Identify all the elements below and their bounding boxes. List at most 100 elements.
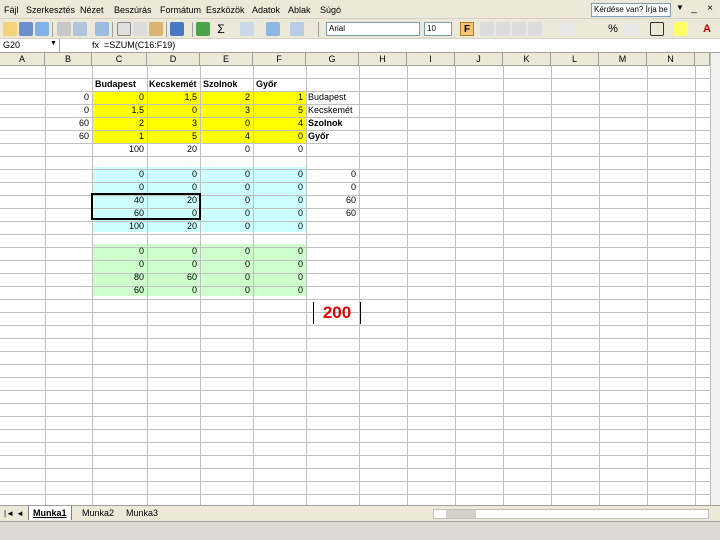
col-header-d[interactable]: D — [147, 53, 200, 66]
cell-c: 1 — [138, 131, 144, 141]
align-center-icon[interactable] — [496, 22, 510, 36]
cell-c: 2 — [138, 118, 144, 128]
cell-g: 60 — [345, 208, 356, 218]
open-icon[interactable] — [3, 22, 17, 36]
total-e: 0 — [244, 221, 250, 231]
cell-d: 0 — [191, 285, 197, 295]
row-label: Kecskemét — [308, 105, 353, 115]
cell-b: 60 — [78, 118, 89, 128]
bold-button[interactable]: F — [460, 22, 474, 36]
cell-e: 0 — [244, 118, 250, 128]
formula-input[interactable]: =SZUM(C16:F19) — [104, 40, 175, 50]
menu-bar: Fájl Szerkesztés Nézet Beszúrás Formátum… — [0, 0, 720, 19]
col-header-h[interactable]: H — [359, 53, 407, 66]
excel-window: Fájl Szerkesztés Nézet Beszúrás Formátum… — [0, 0, 720, 540]
paste-icon[interactable] — [149, 22, 163, 36]
tab-munka1[interactable]: Munka1 — [28, 506, 72, 520]
formula-bar: G20 ▼ fx =SZUM(C16:F19) — [0, 39, 720, 53]
cell-d: 5 — [191, 131, 197, 141]
cell-c: 0 — [138, 259, 144, 269]
cell-c: 0 — [138, 246, 144, 256]
cell-f: 0 — [297, 169, 303, 179]
cell-f: 0 — [297, 246, 303, 256]
merge-center-icon[interactable] — [528, 22, 542, 36]
cell-d: 1,5 — [184, 92, 197, 102]
fx-icon[interactable]: fx — [92, 40, 99, 50]
print-preview-icon[interactable] — [73, 22, 87, 36]
menu-file[interactable]: Fájl — [4, 5, 19, 15]
autosum-icon[interactable]: Σ — [214, 22, 228, 36]
fill-color-icon[interactable] — [674, 22, 688, 36]
col-header-b[interactable]: B — [45, 53, 92, 66]
horizontal-scrollbar[interactable] — [433, 509, 709, 519]
col-header-g[interactable]: G — [306, 53, 359, 66]
col-header-f[interactable]: F — [253, 53, 306, 66]
col-header-e[interactable]: E — [200, 53, 253, 66]
menu-help[interactable]: Súgó — [320, 5, 341, 15]
cell-c: 0 — [138, 169, 144, 179]
font-color-icon[interactable]: A — [700, 22, 714, 36]
toolbar: Σ Arial 10 F % A — [0, 19, 720, 39]
col-header-c[interactable]: C — [92, 53, 147, 66]
font-name-select[interactable]: Arial — [326, 22, 420, 36]
first-sheet-icon[interactable]: |◄ — [4, 509, 14, 518]
chevron-down-icon[interactable]: ▼ — [676, 3, 684, 12]
font-size-select[interactable]: 10 — [424, 22, 452, 36]
col-header-j[interactable]: J — [455, 53, 503, 66]
cell-d: 0 — [191, 246, 197, 256]
cell-f: 0 — [297, 131, 303, 141]
cell-e: 0 — [244, 246, 250, 256]
status-bar — [0, 521, 720, 540]
col-header-a[interactable]: A — [0, 53, 45, 66]
percent-icon[interactable]: % — [606, 22, 620, 36]
grid-hline — [0, 390, 710, 391]
align-right-icon[interactable] — [512, 22, 526, 36]
tab-munka3[interactable]: Munka3 — [122, 506, 162, 520]
selection-outline — [91, 193, 201, 220]
tab-munka2[interactable]: Munka2 — [78, 506, 118, 520]
save-icon[interactable] — [19, 22, 33, 36]
help-search-input[interactable]: Kérdése van? Írja be ide — [591, 3, 671, 17]
cell-b: 0 — [83, 105, 89, 115]
grid-hline — [0, 416, 710, 417]
mail-icon[interactable] — [35, 22, 49, 36]
sort-icon[interactable] — [240, 22, 254, 36]
col-header-i[interactable]: I — [407, 53, 455, 66]
align-left-icon[interactable] — [480, 22, 494, 36]
menu-edit[interactable]: Szerkesztés — [26, 5, 75, 15]
close-icon[interactable]: × — [704, 3, 716, 15]
chart-wizard-icon[interactable] — [266, 22, 280, 36]
row-label: Győr — [308, 131, 330, 141]
borders-icon[interactable] — [650, 22, 664, 36]
col-header-m[interactable]: M — [599, 53, 647, 66]
chevron-down-icon[interactable]: ▼ — [50, 40, 57, 47]
copy-icon[interactable] — [133, 22, 147, 36]
col-header-n[interactable]: N — [647, 53, 695, 66]
cell-e: 0 — [244, 285, 250, 295]
result-cell[interactable]: 200 — [313, 302, 361, 324]
vertical-scrollbar[interactable] — [710, 53, 720, 505]
minimize-icon[interactable]: _ — [688, 3, 700, 15]
menu-view[interactable]: Nézet — [80, 5, 104, 15]
cell-f: 1 — [297, 92, 303, 102]
cut-icon[interactable] — [117, 22, 131, 36]
prev-sheet-icon[interactable]: ◄ — [16, 509, 24, 518]
hyperlink-icon[interactable] — [196, 22, 210, 36]
grid-hline — [0, 156, 710, 157]
currency-icon[interactable] — [560, 22, 574, 36]
menu-window[interactable]: Ablak — [288, 5, 311, 15]
spelling-icon[interactable] — [95, 22, 109, 36]
menu-format[interactable]: Formátum — [160, 5, 201, 15]
undo-icon[interactable] — [170, 22, 184, 36]
cell-b: 0 — [83, 92, 89, 102]
menu-tools[interactable]: Eszközök — [206, 5, 245, 15]
scroll-thumb[interactable] — [446, 510, 476, 518]
menu-insert[interactable]: Beszúrás — [114, 5, 152, 15]
col-header-l[interactable]: L — [551, 53, 599, 66]
col-header-k[interactable]: K — [503, 53, 551, 66]
decimal-icon[interactable] — [624, 22, 638, 36]
print-icon[interactable] — [57, 22, 71, 36]
menu-data[interactable]: Adatok — [252, 5, 280, 15]
worksheet-grid[interactable]: A B C D E F G H I J K L M N Budapest Kec… — [0, 53, 710, 505]
zoom-icon[interactable] — [290, 22, 304, 36]
